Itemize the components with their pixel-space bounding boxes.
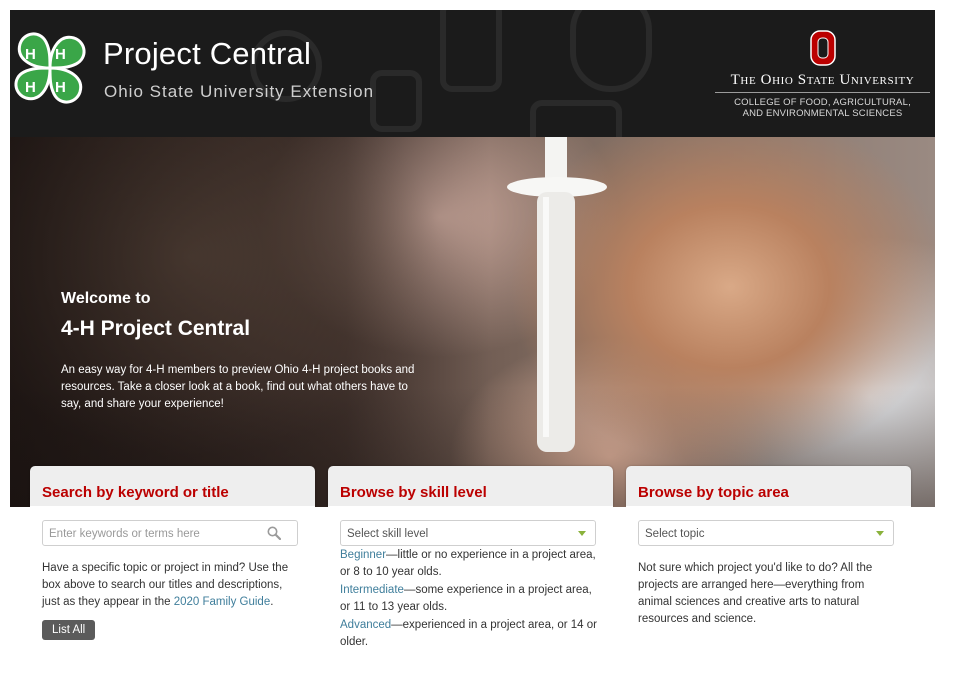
- hero-title: 4-H Project Central: [61, 317, 251, 340]
- topic-panel: Browse by topic area Select topic Not su…: [626, 466, 911, 691]
- college-line-2: AND ENVIRONMENTAL SCIENCES: [742, 108, 903, 119]
- search-help-text: Have a specific topic or project in mind…: [42, 560, 303, 611]
- header-background-pattern: [530, 100, 622, 137]
- site-header: H H H H Project Central Ohio State Unive…: [10, 10, 935, 137]
- search-panel-body: Have a specific topic or project in mind…: [30, 506, 315, 691]
- university-name: The Ohio State University: [715, 72, 930, 93]
- search-field: [42, 520, 298, 546]
- search-panel-header: Search by keyword or title: [30, 466, 315, 506]
- block-o-icon: [809, 30, 836, 66]
- list-all-button[interactable]: List All: [42, 620, 96, 640]
- topic-select-value: Select topic: [645, 528, 705, 540]
- skill-level-advanced: Advanced—experienced in a project area, …: [340, 617, 601, 651]
- hero-banner: Welcome to 4-H Project Central An easy w…: [10, 137, 935, 507]
- topic-panel-heading: Browse by topic area: [638, 484, 789, 501]
- college-name: COLLEGE OF FOOD, AGRICULTURAL, AND ENVIR…: [715, 97, 930, 119]
- header-background-pattern: [570, 10, 652, 92]
- chevron-down-icon[interactable]: [876, 531, 884, 536]
- search-icon[interactable]: [267, 526, 281, 540]
- search-panel: Search by keyword or title Have a specif…: [30, 466, 315, 691]
- svg-text:H: H: [55, 79, 66, 96]
- advanced-link[interactable]: Advanced: [340, 619, 391, 631]
- hero-kicker: Welcome to: [61, 290, 151, 307]
- skill-level-select-value: Select skill level: [347, 528, 429, 540]
- chevron-down-icon[interactable]: [578, 531, 586, 536]
- svg-text:H: H: [55, 46, 66, 63]
- topic-panel-body: Select topic Not sure which project you'…: [626, 506, 911, 691]
- search-help-text-end: .: [270, 596, 274, 608]
- search-input[interactable]: [49, 523, 259, 545]
- skill-level-beginner: Beginner—little or no experience in a pr…: [340, 547, 601, 581]
- topic-panel-header: Browse by topic area: [626, 466, 911, 506]
- skill-panel: Browse by skill level Select skill level…: [328, 466, 613, 691]
- site-title[interactable]: Project Central: [103, 36, 311, 72]
- header-background-pattern: [440, 10, 502, 92]
- skill-level-intermediate: Intermediate—some experience in a projec…: [340, 582, 601, 616]
- osu-logo[interactable]: The Ohio State University COLLEGE OF FOO…: [715, 30, 930, 130]
- four-h-clover-icon[interactable]: H H H H: [10, 28, 90, 110]
- skill-level-select[interactable]: Select skill level: [340, 520, 596, 546]
- skill-panel-header: Browse by skill level: [328, 466, 613, 506]
- syringe-photo-element: [507, 137, 607, 452]
- svg-text:H: H: [25, 46, 36, 63]
- family-guide-link[interactable]: 2020 Family Guide: [174, 596, 271, 608]
- svg-text:H: H: [25, 79, 36, 96]
- intermediate-link[interactable]: Intermediate: [340, 584, 404, 596]
- beginner-link[interactable]: Beginner: [340, 549, 386, 561]
- topic-help-text: Not sure which project you'd like to do?…: [638, 562, 873, 625]
- header-background-pattern: [370, 70, 422, 132]
- site-subtitle: Ohio State University Extension: [104, 82, 375, 101]
- hero-description: An easy way for 4-H members to preview O…: [61, 364, 415, 410]
- college-line-1: COLLEGE OF FOOD, AGRICULTURAL,: [734, 97, 911, 108]
- search-panel-heading: Search by keyword or title: [42, 484, 229, 501]
- skill-panel-heading: Browse by skill level: [340, 484, 487, 501]
- topic-select[interactable]: Select topic: [638, 520, 894, 546]
- skill-panel-body: Select skill level Beginner—little or no…: [328, 506, 613, 691]
